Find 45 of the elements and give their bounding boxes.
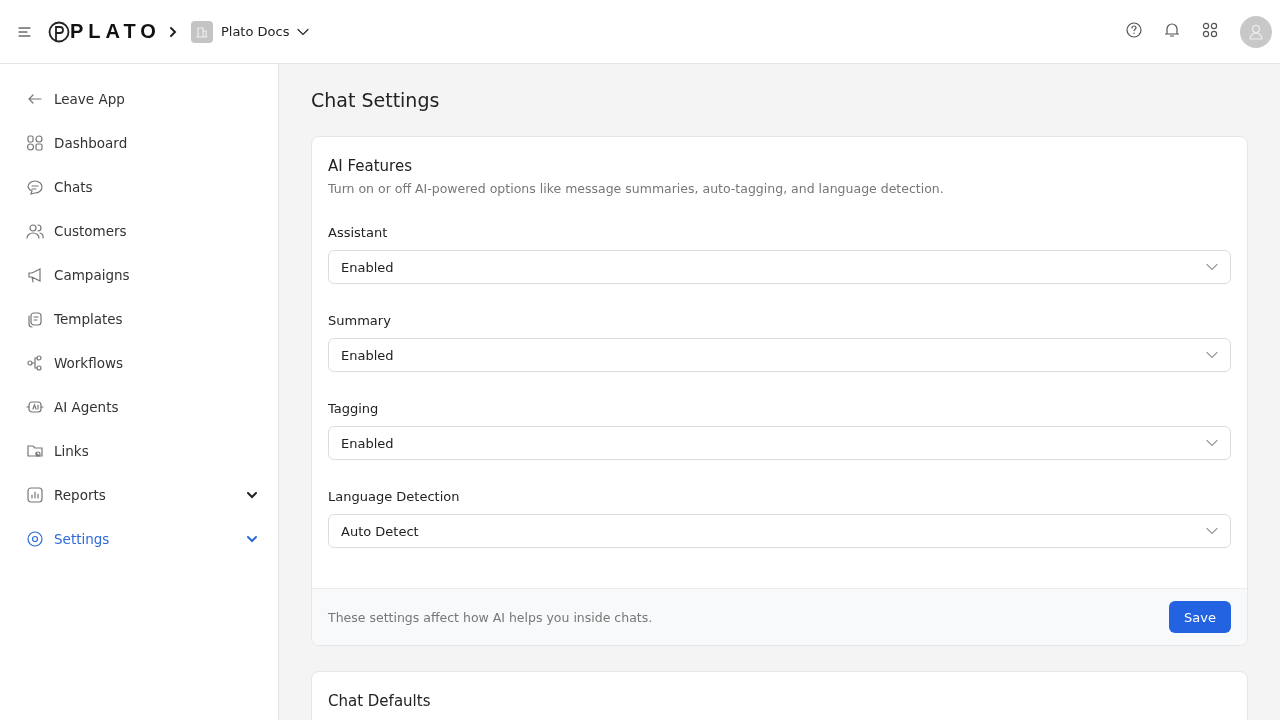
sidebar-item[interactable]: Reports [0, 473, 278, 517]
field-label: Tagging [328, 401, 379, 416]
chart-icon [26, 486, 44, 504]
field-label: Assistant [328, 225, 388, 240]
dropdown-field[interactable]: Enabled [328, 250, 1231, 284]
caret-icon [1206, 263, 1218, 271]
save-button[interactable]: Save [1169, 601, 1231, 633]
field-label: Language Detection [328, 489, 460, 504]
sidebar-item[interactable]: Chats [0, 165, 278, 209]
sidebar-item[interactable]: Customers [0, 209, 278, 253]
dropdown-field[interactable]: Auto Detect [328, 514, 1231, 548]
people-icon [26, 222, 44, 240]
caret-icon [297, 27, 310, 36]
field-label: Summary [328, 313, 391, 328]
footer-note: These settings affect how AI helps you inside chats. [328, 609, 653, 625]
dropdown-field[interactable]: Enabled [328, 426, 1231, 460]
sidebar-item[interactable]: Settings [0, 517, 278, 561]
sidebar-item[interactable]: Templates [0, 297, 278, 341]
caret-icon [1206, 439, 1218, 447]
sidebar-item[interactable]: Dashboard [0, 121, 278, 165]
dropdown-field[interactable]: Enabled [328, 338, 1231, 372]
caret-icon [1206, 527, 1218, 535]
page-title: Chat Settings [311, 89, 441, 111]
logo-text: PLATO [70, 20, 161, 43]
megaphone-icon [26, 266, 44, 284]
building-icon [190, 20, 213, 43]
folder-link-icon [26, 442, 44, 460]
sidebar-item[interactable]: Leave App [0, 77, 278, 121]
dashboard-icon [26, 134, 44, 152]
sidebar-item[interactable]: Campaigns [0, 253, 278, 297]
sidebar-item[interactable]: AI Agents [0, 385, 278, 429]
chat-icon [26, 178, 44, 196]
robot-icon [26, 398, 44, 416]
caret-icon [1206, 351, 1218, 359]
sidebar-item[interactable]: Workflows [0, 341, 278, 385]
workspace-switcher[interactable]: Plato Docs [190, 20, 310, 43]
template-icon [26, 310, 44, 328]
chevron-icon [168, 25, 177, 38]
workflow-icon [26, 354, 44, 372]
logo-icon [48, 20, 70, 43]
menu-icon [18, 25, 32, 38]
card-title: AI Features [328, 157, 413, 175]
card-description: Turn on or off AI-powered options like message summaries, auto-tagging, and language detection. [328, 181, 945, 196]
card-title: Chat Defaults [328, 692, 432, 710]
sidebar-item[interactable]: Links [0, 429, 278, 473]
